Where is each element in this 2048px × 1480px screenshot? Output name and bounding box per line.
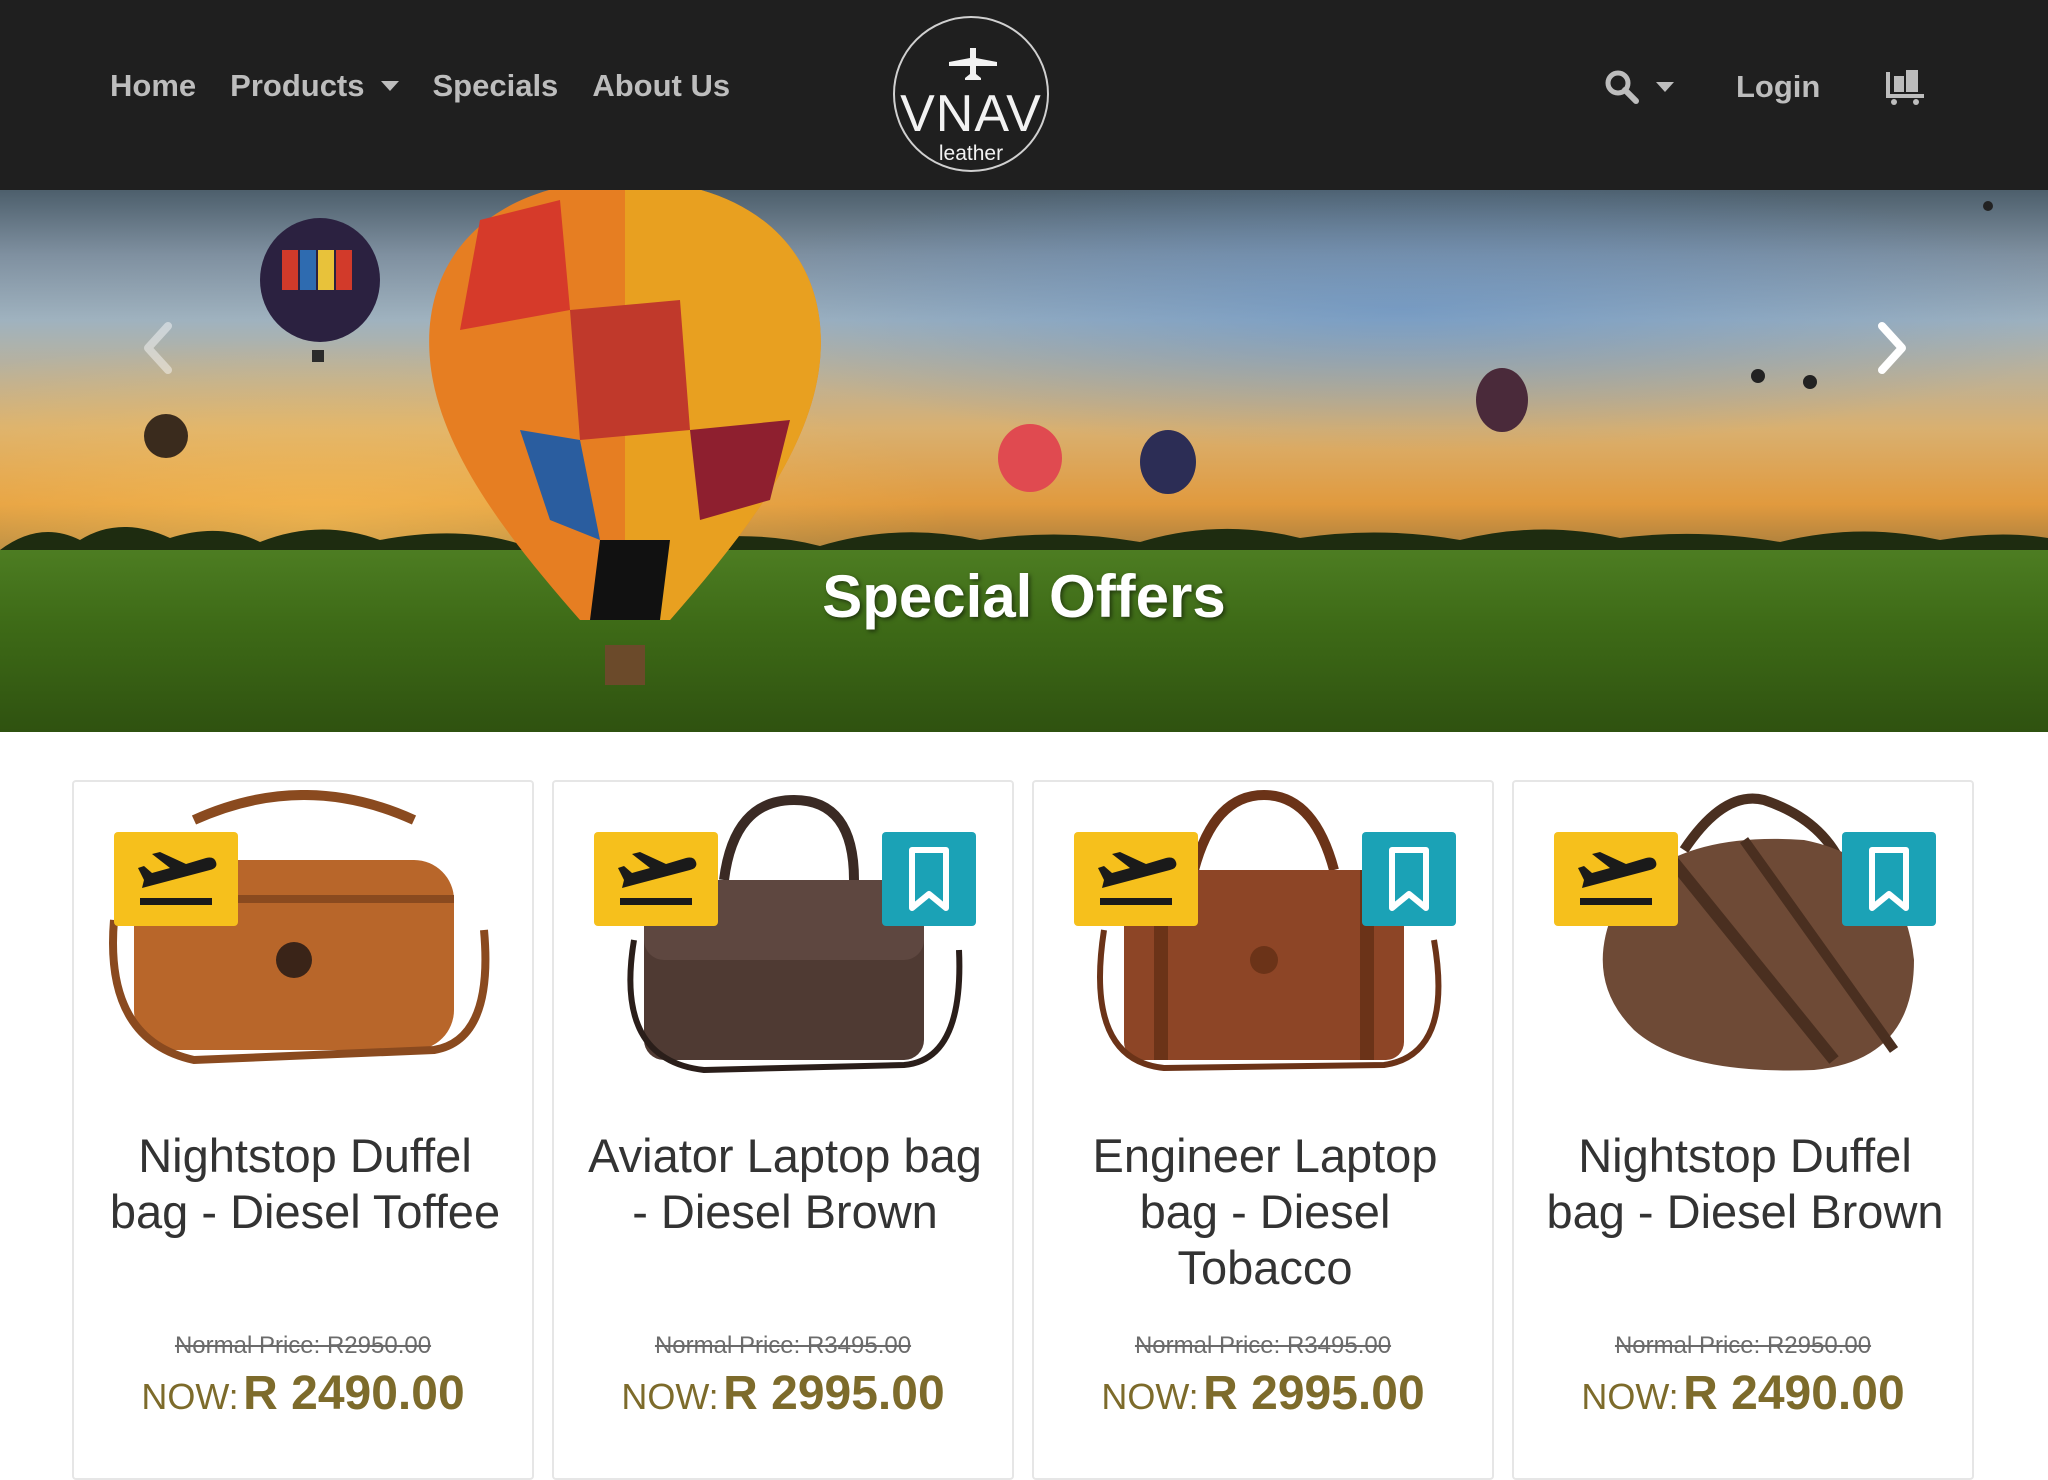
chevron-down-icon <box>380 81 399 91</box>
now-price: NOW: R 2995.00 <box>554 1366 1012 1421</box>
normal-price: Normal Price: R2950.00 <box>1614 1332 1872 1359</box>
now-value: R 2490.00 <box>243 1367 465 1420</box>
product-card[interactable]: Engineer Laptop bag - Diesel Tobacco Nor… <box>1032 780 1494 1480</box>
normal-price: Normal Price: R2950.00 <box>174 1332 432 1359</box>
cart-icon[interactable] <box>1884 68 1926 106</box>
nav-about-link[interactable]: About Us <box>592 68 730 104</box>
search-dropdown-button[interactable] <box>1604 69 1674 105</box>
bookmark-icon <box>1869 847 1909 911</box>
now-price: NOW: R 2995.00 <box>1034 1366 1492 1421</box>
bookmark-badge[interactable] <box>1842 832 1936 926</box>
bookmark-badge[interactable] <box>882 832 976 926</box>
plane-icon <box>949 48 997 80</box>
product-title[interactable]: Nightstop Duffel bag - Diesel Toffee <box>94 1128 516 1240</box>
product-title[interactable]: Engineer Laptop bag - Diesel Tobacco <box>1054 1128 1476 1296</box>
product-grid: Nightstop Duffel bag - Diesel Toffee Nor… <box>72 780 1976 1480</box>
bookmark-badge[interactable] <box>1362 832 1456 926</box>
chevron-left-icon[interactable] <box>138 318 178 378</box>
logo-subtitle: leather <box>938 142 1004 165</box>
bookmark-icon <box>1389 847 1429 911</box>
bookmark-icon <box>909 847 949 911</box>
flight-takeoff-icon <box>1578 852 1657 905</box>
flight-takeoff-badge[interactable] <box>1074 832 1198 926</box>
balloon-image <box>144 201 1993 494</box>
flight-takeoff-icon <box>618 852 697 905</box>
hero-carousel: Special Offers <box>0 190 2048 732</box>
flight-takeoff-icon <box>1098 852 1177 905</box>
nav-products-dropdown[interactable]: Products <box>230 68 399 104</box>
now-value: R 2490.00 <box>1683 1367 1905 1420</box>
product-card[interactable]: Aviator Laptop bag - Diesel Brown Normal… <box>552 780 1014 1480</box>
flight-takeoff-badge[interactable] <box>594 832 718 926</box>
product-card[interactable]: Nightstop Duffel bag - Diesel Toffee Nor… <box>72 780 534 1480</box>
now-label: NOW: <box>621 1376 719 1417</box>
top-navbar: Home Products Specials About Us VNAV lea… <box>0 0 2048 190</box>
product-title[interactable]: Aviator Laptop bag - Diesel Brown <box>574 1128 996 1240</box>
hero-title: Special Offers <box>822 563 1226 630</box>
search-icon <box>1605 70 1639 104</box>
now-value: R 2995.00 <box>723 1367 945 1420</box>
now-price: NOW: R 2490.00 <box>1514 1366 1972 1421</box>
now-label: NOW: <box>1101 1376 1199 1417</box>
flight-takeoff-badge[interactable] <box>114 832 238 926</box>
flight-takeoff-icon <box>138 852 217 905</box>
nav-actions: Login <box>1604 68 1926 106</box>
normal-price: Normal Price: R3495.00 <box>1134 1332 1392 1359</box>
now-price: NOW: R 2490.00 <box>74 1366 532 1421</box>
now-value: R 2995.00 <box>1203 1367 1425 1420</box>
login-link[interactable]: Login <box>1736 69 1820 105</box>
brand-logo[interactable]: VNAV leather <box>893 16 1049 172</box>
now-label: NOW: <box>141 1376 239 1417</box>
chevron-right-icon[interactable] <box>1872 318 1912 378</box>
flight-takeoff-badge[interactable] <box>1554 832 1678 926</box>
logo-name: VNAV <box>900 85 1042 143</box>
product-title[interactable]: Nightstop Duffel bag - Diesel Brown <box>1534 1128 1956 1240</box>
chevron-down-icon <box>1656 82 1674 92</box>
nav-specials-link[interactable]: Specials <box>433 68 559 104</box>
product-card[interactable]: Nightstop Duffel bag - Diesel Brown Norm… <box>1512 780 1974 1480</box>
nav-products-label: Products <box>230 68 365 103</box>
main-nav: Home Products Specials About Us <box>110 68 764 104</box>
normal-price: Normal Price: R3495.00 <box>654 1332 912 1359</box>
now-label: NOW: <box>1581 1376 1679 1417</box>
nav-home-link[interactable]: Home <box>110 68 196 104</box>
